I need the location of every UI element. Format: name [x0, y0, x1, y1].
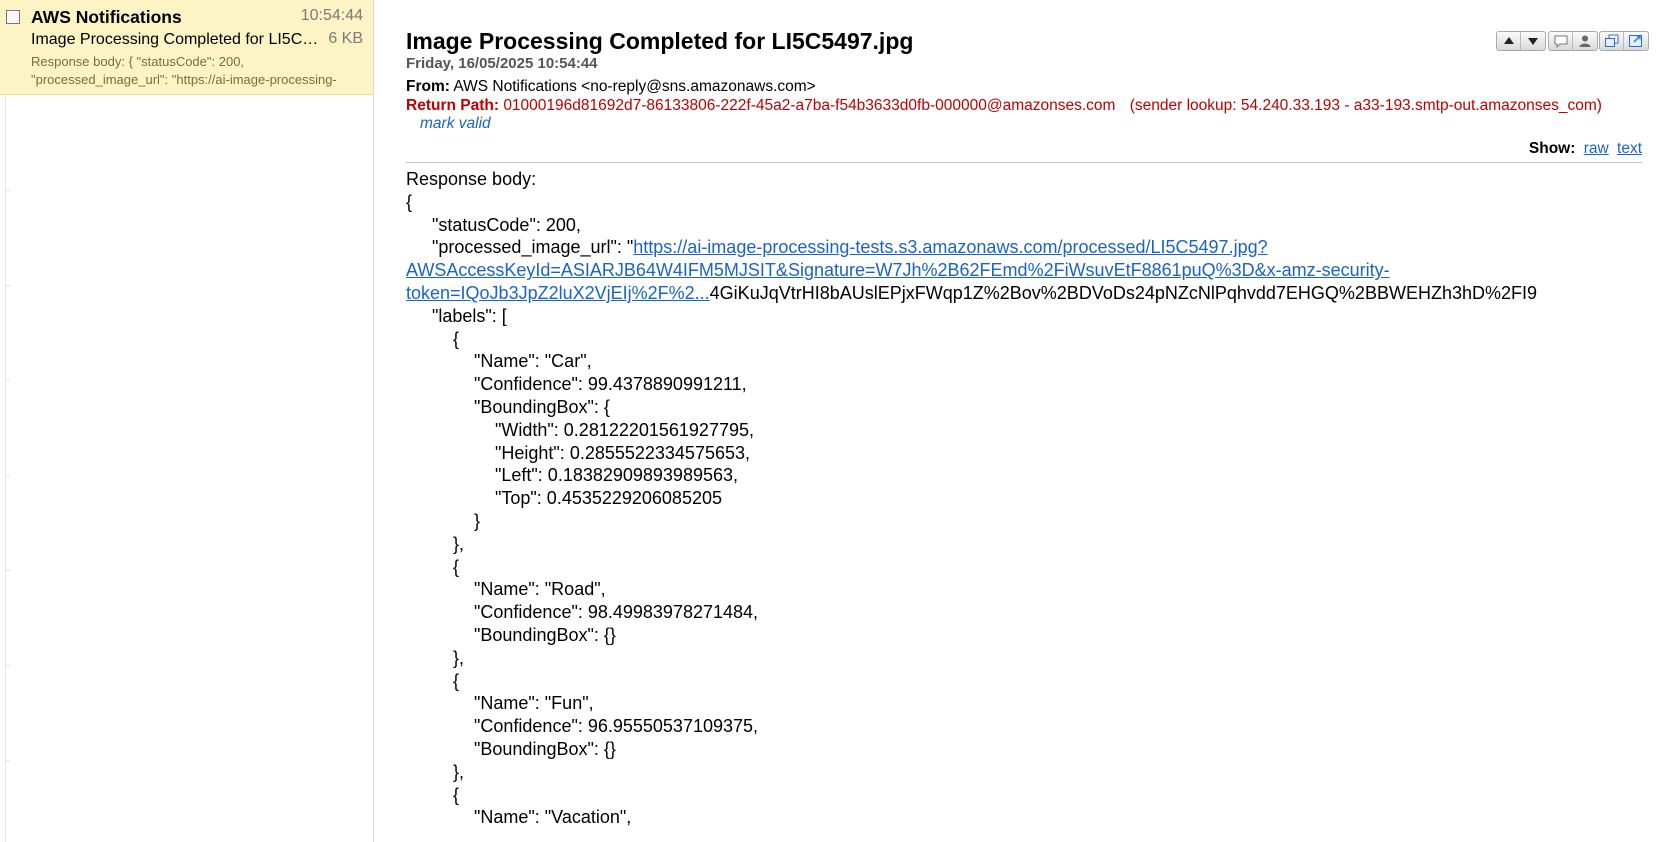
reply-button[interactable] — [1549, 32, 1573, 50]
body-line: }, — [453, 761, 465, 782]
body-line: "Confidence": 99.4378890991211, — [474, 374, 747, 395]
arrow-down-icon — [1528, 38, 1538, 45]
url-key: "processed_image_url": " — [432, 237, 634, 258]
body-line: } — [474, 510, 481, 531]
show-format-line: Show: raw text — [1529, 140, 1642, 158]
body-line: "processed_image_url": "https://ai-image… — [406, 236, 1656, 259]
body-line: "Confidence": 96.95550537109375, — [474, 716, 759, 737]
reading-pane: Image Processing Completed for LI5C5497.… — [374, 0, 1656, 842]
window-button-group — [1599, 31, 1649, 51]
body-line: { — [406, 191, 413, 212]
from-label: From: — [406, 78, 450, 95]
body-line: "Left": 0.18382909893989563, — [495, 465, 738, 486]
message-body: Response body: { "statusCode": 200, "pro… — [406, 168, 1656, 829]
arrow-up-icon — [1503, 37, 1514, 44]
body-line: "Height": 0.2855522334575653, — [495, 442, 750, 463]
processed-image-link[interactable]: https://ai-image-processing-tests.s3.ama… — [633, 237, 1267, 257]
return-path-address: 01000196d81692d7-86133806-222f-45a2-a7ba… — [503, 97, 1116, 114]
body-line: { — [453, 784, 460, 805]
body-line: "Top": 0.4535229206085205 — [495, 488, 722, 509]
body-line: "Name": "Car", — [474, 351, 592, 372]
body-line: { — [453, 670, 460, 691]
url-tail-text: 4GiKuJqVtrHI8bAUslEPjxFWqp1Z%2Bov%2BDVoD… — [709, 282, 1537, 303]
speech-bubble-icon — [1554, 35, 1567, 48]
message-select-checkbox[interactable] — [6, 10, 20, 24]
body-line: { — [453, 328, 460, 349]
previous-message-button[interactable] — [1497, 32, 1521, 50]
contact-button-group — [1548, 31, 1598, 51]
copy-window-icon — [1604, 34, 1618, 47]
nav-button-group — [1496, 31, 1546, 51]
message-preview: Response body: { "statusCode": 200, "pro… — [31, 54, 337, 87]
return-path-line: Return Path: 01000196d81692d7-86133806-2… — [406, 97, 1602, 115]
body-line: "Name": "Vacation", — [474, 807, 632, 828]
body-line: "Name": "Fun", — [474, 693, 594, 714]
body-line: { — [453, 556, 460, 577]
from-address: AWS Notifications <no-reply@sns.amazonaw… — [453, 78, 816, 95]
body-line: "labels": [ — [432, 305, 507, 326]
message-date: Friday, 16/05/2025 10:54:44 — [406, 55, 598, 72]
person-icon — [1579, 35, 1591, 47]
body-line: AWSAccessKeyId=ASIARJB64W4IFM5MJSIT&Sign… — [406, 259, 1656, 282]
message-size: 6 KB — [328, 30, 363, 47]
body-line: "statusCode": 200, — [432, 214, 581, 235]
from-line: From: AWS Notifications <no-reply@sns.am… — [406, 78, 816, 96]
contact-button[interactable] — [1573, 32, 1597, 50]
body-line: Response body: — [406, 169, 537, 189]
body-line: "Confidence": 98.49983978271484, — [474, 602, 759, 623]
message-subject: Image Processing Completed for LI5C5497.… — [31, 31, 326, 48]
copy-message-button[interactable] — [1600, 32, 1624, 50]
open-in-window-button[interactable] — [1624, 32, 1648, 50]
message-list-pane: AWS Notifications 10:54:44 Image Process… — [0, 0, 374, 842]
processed-image-link-cont[interactable]: token=IQoJb3JpZ2luX2VjEIj%2F%2... — [406, 283, 710, 303]
next-message-button[interactable] — [1521, 32, 1545, 50]
message-title: Image Processing Completed for LI5C5497.… — [406, 28, 914, 54]
body-line: "BoundingBox": {} — [474, 624, 616, 645]
show-text-link[interactable]: text — [1617, 140, 1642, 157]
body-line: }, — [453, 533, 465, 554]
body-line: token=IQoJb3JpZ2luX2VjEIj%2F%2...4GiKuJq… — [406, 282, 1656, 305]
message-list-item[interactable]: AWS Notifications 10:54:44 Image Process… — [0, 0, 373, 95]
body-line: "BoundingBox": {} — [474, 738, 616, 759]
return-path-label: Return Path: — [406, 97, 499, 114]
message-toolbar — [1496, 31, 1649, 53]
list-divider — [5, 95, 10, 842]
show-label: Show: — [1528, 140, 1576, 157]
sender-lookup: (sender lookup: 54.240.33.193 - a33-193.… — [1129, 97, 1602, 114]
body-line: }, — [453, 647, 465, 668]
body-line: "BoundingBox": { — [474, 396, 610, 417]
message-time: 10:54:44 — [300, 7, 363, 24]
body-line: "Name": "Road", — [474, 579, 606, 600]
show-raw-link[interactable]: raw — [1584, 140, 1609, 157]
message-sender: AWS Notifications — [31, 7, 182, 27]
open-window-icon — [1629, 35, 1642, 47]
mark-valid-link[interactable]: mark valid — [420, 115, 491, 133]
processed-image-link-cont[interactable]: AWSAccessKeyId=ASIARJB64W4IFM5MJSIT&Sign… — [406, 260, 1390, 280]
header-divider — [406, 162, 1642, 163]
body-line: "Width": 0.28122201561927795, — [495, 419, 754, 440]
